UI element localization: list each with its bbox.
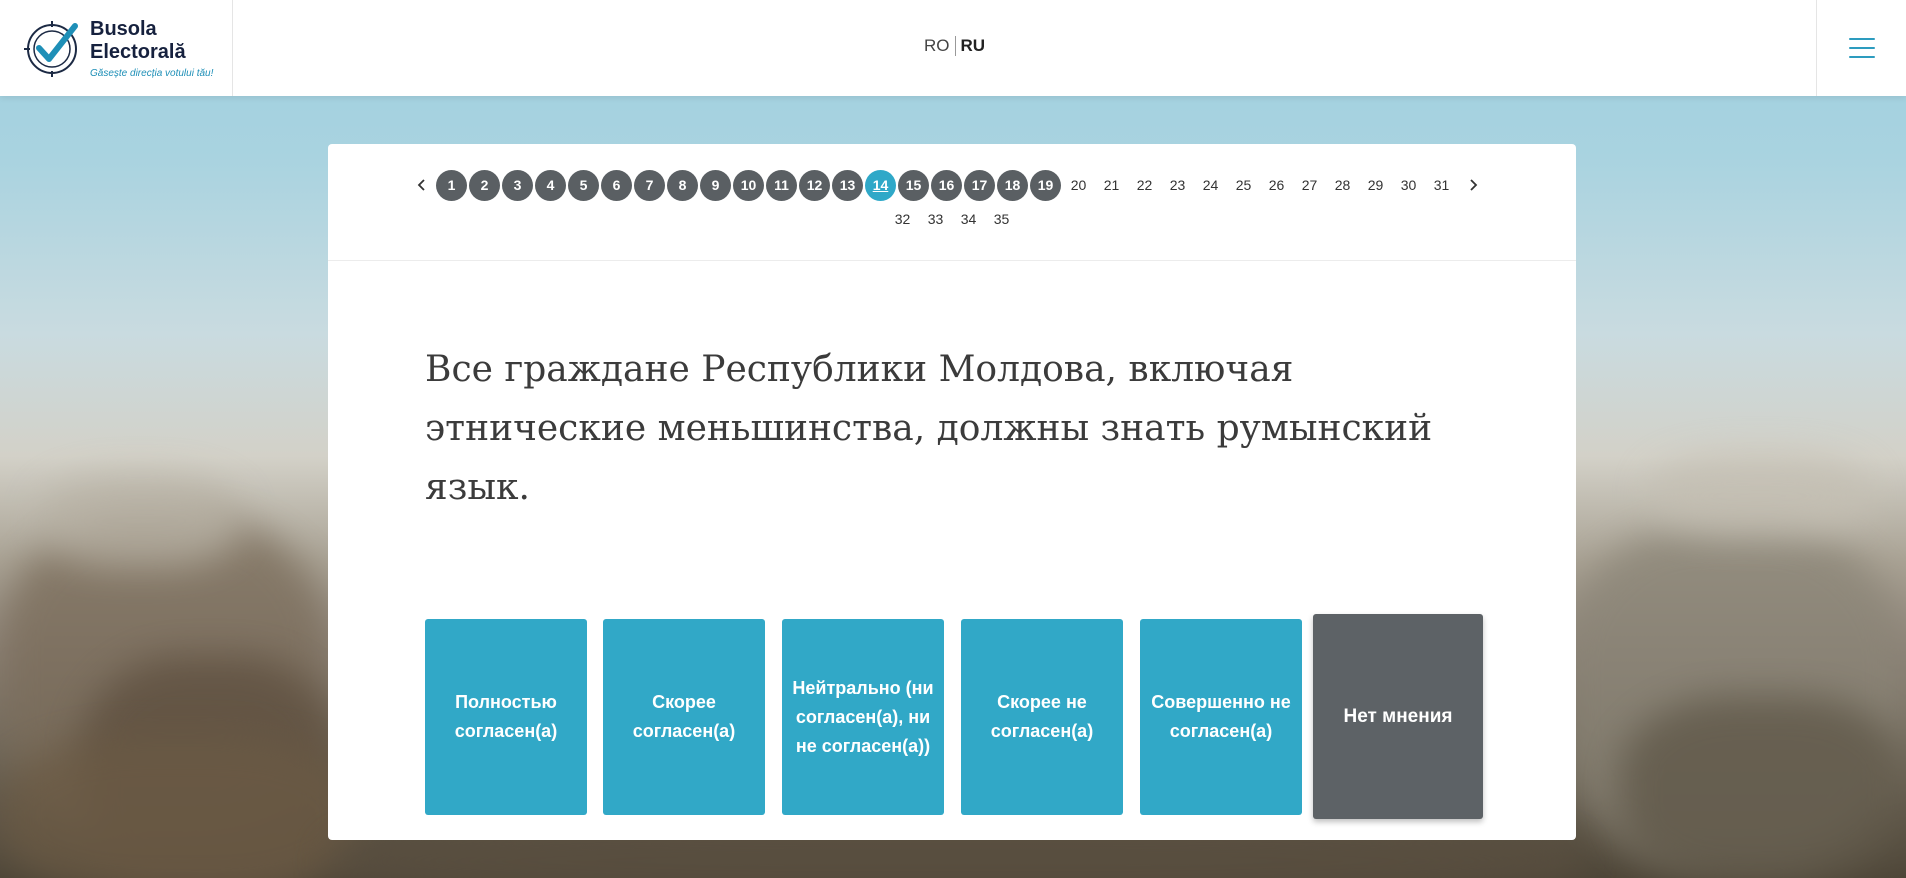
pager-row-2: 32 33 34 35 <box>887 203 1019 235</box>
pager-item-16[interactable]: 16 <box>931 169 962 201</box>
lang-ro-link[interactable]: RO <box>924 36 950 56</box>
logo-tagline: Găsește direcția votului tău! <box>90 67 214 79</box>
answer-neutral-button[interactable]: Нейтрально (ни согласен(а), ни не соглас… <box>782 619 944 815</box>
pager-item-17[interactable]: 17 <box>964 169 995 201</box>
answer-disagree-button[interactable]: Скорее не согласен(а) <box>961 619 1123 815</box>
logo-title-line2: Electorală <box>90 40 186 63</box>
pager-item-25[interactable]: 25 <box>1228 170 1259 201</box>
pager-item-9[interactable]: 9 <box>700 169 731 201</box>
pager-item-5[interactable]: 5 <box>568 169 599 201</box>
pager-item-19[interactable]: 19 <box>1030 169 1061 201</box>
pager-row-1: 1 2 3 4 5 6 7 8 9 10 11 12 13 14 15 16 17 18 19 20 21 22 23 24 2… <box>408 169 1487 201</box>
hamburger-menu-icon[interactable] <box>1848 38 1875 58</box>
pager-item-33[interactable]: 33 <box>920 204 951 235</box>
question-card: 1 2 3 4 5 6 7 8 9 10 11 12 13 14 15 16 17 18 19 20 21 22 23 24 2… <box>328 144 1576 840</box>
pager-item-24[interactable]: 24 <box>1195 170 1226 201</box>
answer-options: Полностью согласен(а) Скорее согласен(а)… <box>425 614 1495 819</box>
answer-fully-disagree-button[interactable]: Совершенно не согласен(а) <box>1140 619 1302 815</box>
pager-item-11[interactable]: 11 <box>766 169 797 201</box>
pager-item-13[interactable]: 13 <box>832 169 863 201</box>
pager-item-20[interactable]: 20 <box>1063 170 1094 201</box>
pager-item-21[interactable]: 21 <box>1096 170 1127 201</box>
language-switcher: RO RU <box>924 34 985 58</box>
pager-item-4[interactable]: 4 <box>535 169 566 201</box>
top-header: Busola Electorală Găsește direcția votul… <box>0 0 1906 96</box>
pager-item-18[interactable]: 18 <box>997 169 1028 201</box>
pager-item-31[interactable]: 31 <box>1426 170 1457 201</box>
pager-item-3[interactable]: 3 <box>502 169 533 201</box>
pager-item-14[interactable]: 14 <box>865 169 896 201</box>
pager-item-23[interactable]: 23 <box>1162 170 1193 201</box>
pager-item-32[interactable]: 32 <box>887 204 918 235</box>
chevron-right-icon[interactable] <box>1459 169 1487 201</box>
pager-item-29[interactable]: 29 <box>1360 170 1391 201</box>
pager-item-7[interactable]: 7 <box>634 169 665 201</box>
pager-item-28[interactable]: 28 <box>1327 170 1358 201</box>
question-text: Все граждане Республики Молдова, включая… <box>425 349 1433 508</box>
pager-item-34[interactable]: 34 <box>953 204 984 235</box>
pager-item-2[interactable]: 2 <box>469 169 500 201</box>
answer-no-opinion-button[interactable]: Нет мнения <box>1313 614 1483 819</box>
pager-item-6[interactable]: 6 <box>601 169 632 201</box>
pager-item-27[interactable]: 27 <box>1294 170 1325 201</box>
question-pager: 1 2 3 4 5 6 7 8 9 10 11 12 13 14 15 16 17 18 19 20 21 22 23 24 2… <box>328 144 1576 261</box>
lang-ru-link[interactable]: RU <box>961 36 986 56</box>
chevron-left-icon[interactable] <box>408 169 436 201</box>
pager-item-35[interactable]: 35 <box>986 204 1017 235</box>
pager-item-26[interactable]: 26 <box>1261 170 1292 201</box>
site-logo[interactable]: Busola Electorală Găsește direcția votul… <box>0 0 233 96</box>
logo-title-line1: Busola <box>90 17 157 40</box>
pager-item-30[interactable]: 30 <box>1393 170 1424 201</box>
answer-agree-button[interactable]: Скорее согласен(а) <box>603 619 765 815</box>
pager-item-8[interactable]: 8 <box>667 169 698 201</box>
pager-item-1[interactable]: 1 <box>436 169 467 201</box>
pager-item-10[interactable]: 10 <box>733 169 764 201</box>
pager-item-12[interactable]: 12 <box>799 169 830 201</box>
pager-item-22[interactable]: 22 <box>1129 170 1160 201</box>
lang-divider <box>954 36 956 56</box>
pager-item-15[interactable]: 15 <box>898 169 929 201</box>
answer-fully-agree-button[interactable]: Полностью согласен(а) <box>425 619 587 815</box>
compass-check-icon <box>24 21 78 77</box>
menu-area <box>1816 0 1906 96</box>
